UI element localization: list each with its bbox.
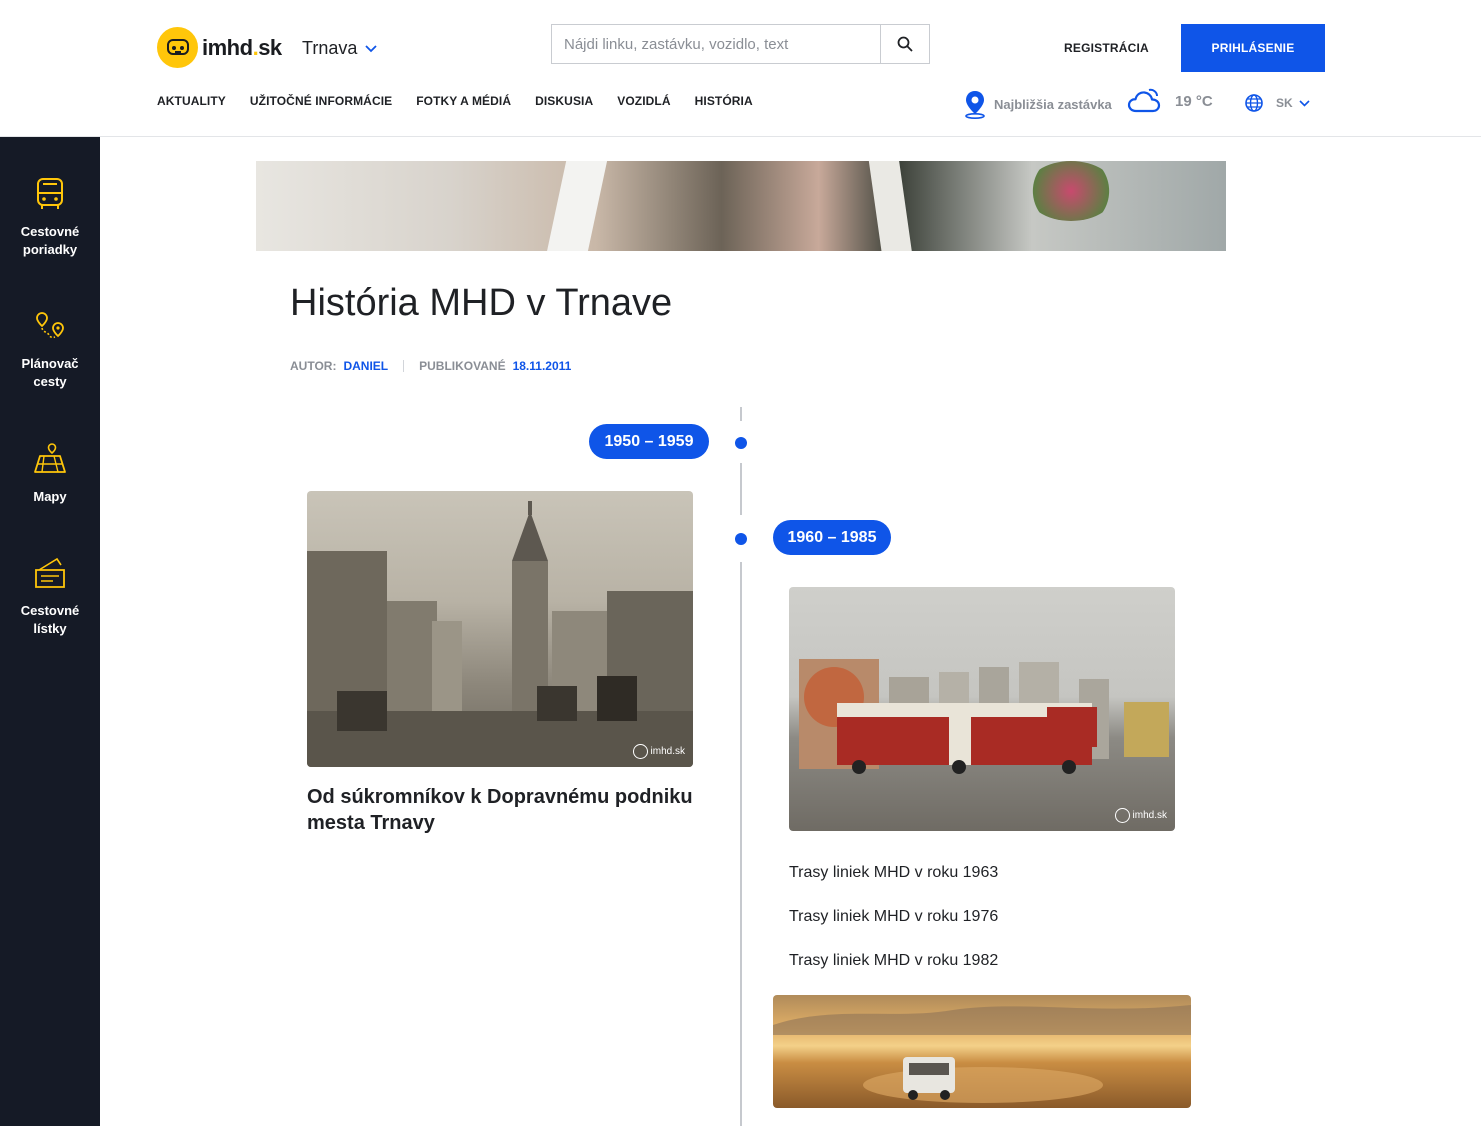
city-selector[interactable]: Trnava (302, 38, 377, 59)
nearest-stop-label: Najbližšia zastávka (994, 96, 1112, 112)
card-photo-ikarus-bus[interactable]: imhd.sk (789, 587, 1175, 831)
language-selector[interactable]: SK (1244, 93, 1310, 113)
sidebar-item-label: poriadky (22, 242, 78, 257)
globe-icon (1245, 94, 1263, 112)
sidebar-item-timetables[interactable]: Cestovné poriadky (0, 177, 100, 259)
timeline-line (740, 562, 742, 1126)
author-link[interactable]: DANIEL (343, 359, 388, 373)
sidebar-item-tickets[interactable]: Cestovné lístky (0, 556, 100, 638)
photo-watermark: imhd.sk (632, 744, 685, 759)
link-routes-1976[interactable]: Trasy liniek MHD v roku 1976 (789, 908, 998, 926)
photo-watermark: imhd.sk (1114, 808, 1167, 823)
nav-discussion[interactable]: DISKUSIA (535, 94, 593, 108)
chevron-down-icon (1299, 99, 1310, 107)
sidebar-item-maps[interactable]: Mapy (0, 442, 100, 506)
hero-banner-image (256, 161, 1226, 251)
nearest-stop-link[interactable]: Najbližšia zastávka (962, 89, 1112, 119)
cloud-icon (1127, 88, 1161, 113)
search-box (551, 24, 930, 64)
city-label: Trnava (302, 38, 358, 58)
nav-useful-info[interactable]: UŽITOČNÉ INFORMÁCIE (250, 94, 392, 108)
login-button[interactable]: PRIHLÁSENIE (1181, 24, 1325, 72)
article-meta: AUTOR: DANIEL PUBLIKOVANÉ 18.11.2011 (290, 359, 571, 373)
nav-vehicles[interactable]: VOZIDLÁ (617, 94, 670, 108)
sidebar-item-label: cesty (33, 374, 67, 389)
timeline-line (740, 463, 742, 515)
nav-photos-media[interactable]: FOTKY A MÉDIÁ (416, 94, 511, 108)
page-title: História MHD v Trnave (290, 282, 673, 324)
temperature: 19 °C (1175, 92, 1213, 110)
main-nav: AKTUALITY UŽITOČNÉ INFORMÁCIE FOTKY A MÉ… (157, 94, 753, 108)
nav-history[interactable]: HISTÓRIA (695, 94, 753, 108)
author-label: AUTOR: (290, 359, 337, 373)
period-badge-1960: 1960 – 1985 (773, 520, 891, 555)
search-input[interactable] (552, 25, 880, 63)
sidebar-item-route-planner[interactable]: Plánovač cesty (0, 309, 100, 391)
logo-text: imhd.sk (202, 34, 282, 60)
logo-badge-icon (157, 27, 198, 68)
period-badge-1950: 1950 – 1959 (589, 424, 709, 459)
route-planner-icon (36, 312, 64, 339)
search-button[interactable] (880, 25, 929, 63)
search-icon (897, 36, 913, 52)
published-label: PUBLIKOVANÉ (419, 359, 506, 373)
site-logo[interactable]: imhd.sk (157, 27, 282, 68)
ticket-icon (35, 557, 65, 588)
timeline-dot (735, 533, 747, 545)
weather-widget: 19 °C (1127, 87, 1213, 115)
meta-divider (403, 360, 405, 372)
map-icon (34, 443, 66, 473)
timeline-line (740, 407, 742, 421)
chevron-down-icon (365, 44, 377, 52)
link-routes-1963[interactable]: Trasy liniek MHD v roku 1963 (789, 864, 998, 882)
left-sidebar: Cestovné poriadky Plánovač cesty Mapy Ce… (0, 137, 100, 1126)
sidebar-item-label: Cestovné (20, 224, 80, 239)
site-header: imhd.sk Trnava REGISTRÁCIA PRIHLÁSENIE A… (0, 0, 1481, 137)
link-routes-1982[interactable]: Trasy liniek MHD v roku 1982 (789, 952, 998, 970)
published-date: 18.11.2011 (512, 359, 572, 373)
card-photo-desert-van[interactable] (773, 995, 1191, 1108)
card-title-link[interactable]: Od súkromníkov k Dopravnému podniku mest… (307, 784, 707, 836)
register-link[interactable]: REGISTRÁCIA (1064, 41, 1149, 55)
timeline-dot (735, 437, 747, 449)
sidebar-item-label: Plánovač (21, 356, 79, 371)
bus-icon (37, 178, 63, 209)
language-label: SK (1276, 96, 1293, 110)
sidebar-item-label: lístky (33, 621, 67, 636)
location-pin-icon (965, 91, 985, 119)
nav-news[interactable]: AKTUALITY (157, 94, 226, 108)
card-photo-trnava-square[interactable]: imhd.sk (307, 491, 693, 767)
sidebar-item-label: Cestovné (20, 603, 80, 618)
sidebar-item-label: Mapy (33, 489, 67, 504)
